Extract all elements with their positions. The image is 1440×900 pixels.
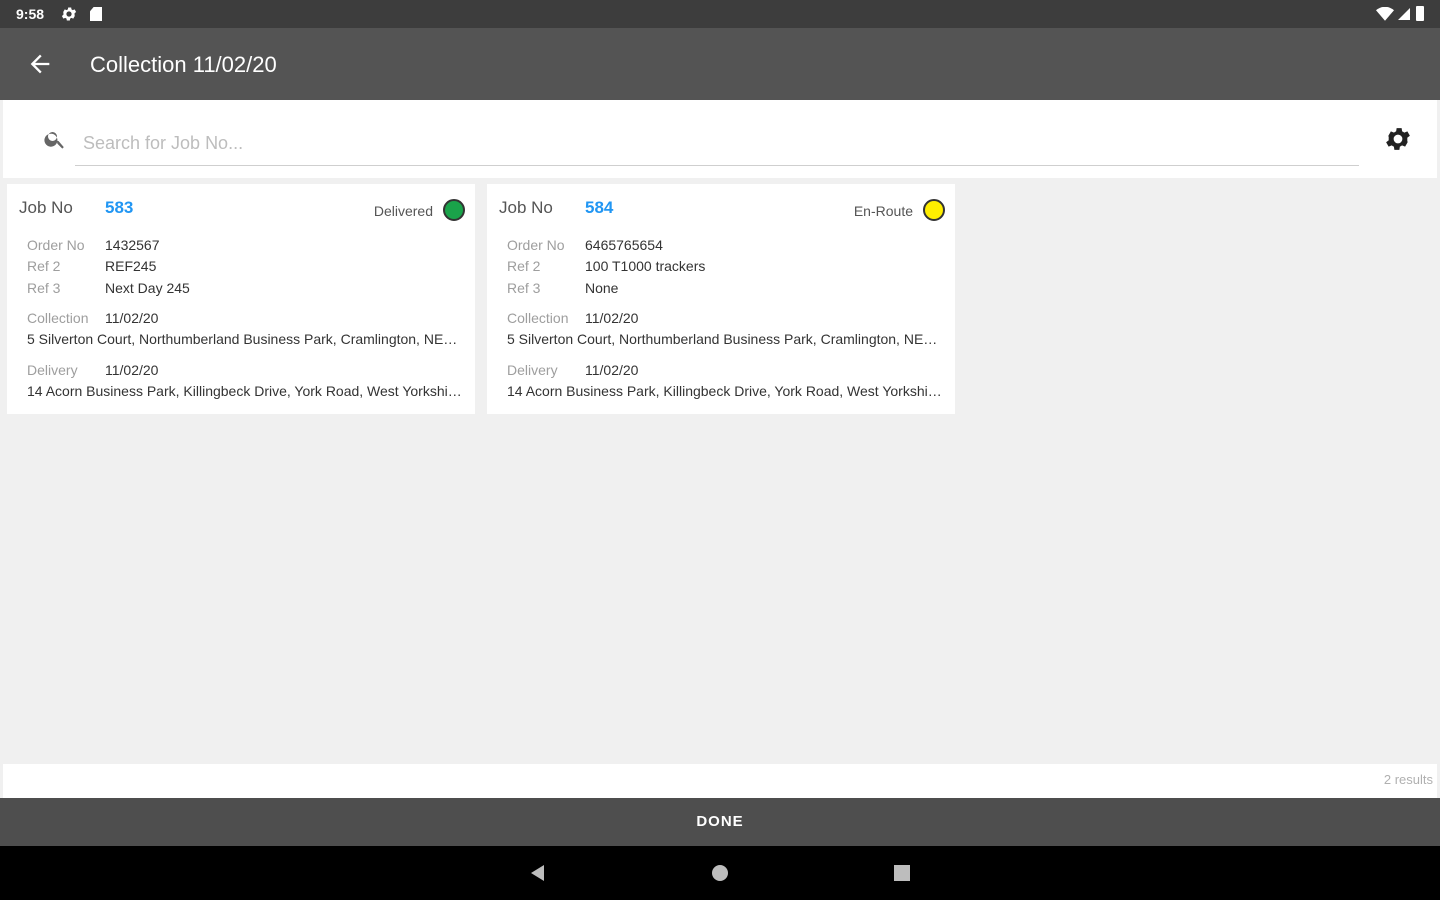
order-no-label: Order No [507,237,565,253]
delivery-label: Delivery [27,362,78,378]
job-card-583[interactable]: Job No 583 Delivered Order No 1432567 Re… [7,184,475,414]
collection-date: 11/02/20 [585,310,639,326]
status-bar: 9:58 [0,0,1440,28]
job-list: Job No 583 Delivered Order No 1432567 Re… [3,178,1437,764]
done-button[interactable]: DONE [0,798,1440,846]
battery-icon [1416,6,1424,21]
ref3-label: Ref 3 [27,280,61,296]
ref3-value: None [585,280,619,296]
collection-label: Collection [507,310,569,326]
status-indicator [923,199,945,221]
collection-date: 11/02/20 [105,310,159,326]
nav-back-icon[interactable] [528,863,548,883]
results-footer: 2 results [3,764,1437,798]
delivery-date: 11/02/20 [105,362,159,378]
settings-icon[interactable] [1383,124,1413,154]
nav-home-icon[interactable] [710,863,730,883]
results-count: 2 results [1383,772,1433,787]
search-input[interactable] [75,122,1359,166]
job-no-label: Job No [499,198,553,217]
ref3-value: Next Day 245 [105,280,190,296]
order-no-label: Order No [27,237,85,253]
ref2-value: REF245 [105,258,157,274]
ref3-label: Ref 3 [507,280,541,296]
system-nav-bar [0,846,1440,900]
status-text: En-Route [853,203,913,219]
order-no-value: 6465765654 [585,237,663,253]
done-label: DONE [696,813,744,830]
ref2-label: Ref 2 [27,258,61,274]
back-arrow-icon[interactable] [26,50,54,78]
delivery-label: Delivery [507,362,558,378]
collection-address: 5 Silverton Court, Northumberland Busine… [27,331,463,347]
signal-icon [1398,8,1410,20]
page-title: Collection 11/02/20 [90,52,277,77]
gear-icon [61,7,77,21]
status-text: Delivered [373,203,433,219]
job-no-value[interactable]: 583 [105,198,133,218]
delivery-date: 11/02/20 [585,362,639,378]
collection-label: Collection [27,310,89,326]
job-no-label: Job No [19,198,73,217]
wifi-icon [1376,7,1394,21]
job-no-value[interactable]: 584 [585,198,613,218]
search-bar [3,100,1437,178]
app-bar: Collection 11/02/20 [0,28,1440,100]
ref2-value: 100 T1000 trackers [585,258,706,274]
nav-recents-icon[interactable] [892,863,912,883]
sd-card-icon [90,7,102,21]
delivery-address: 14 Acorn Business Park, Killingbeck Driv… [507,383,943,399]
search-icon [44,132,64,149]
status-indicator [443,199,465,221]
ref2-label: Ref 2 [507,258,541,274]
collection-address: 5 Silverton Court, Northumberland Busine… [507,331,943,347]
order-no-value: 1432567 [105,237,160,253]
status-time: 9:58 [16,6,45,22]
job-card-584[interactable]: Job No 584 En-Route Order No 6465765654 … [487,184,955,414]
delivery-address: 14 Acorn Business Park, Killingbeck Driv… [27,383,463,399]
